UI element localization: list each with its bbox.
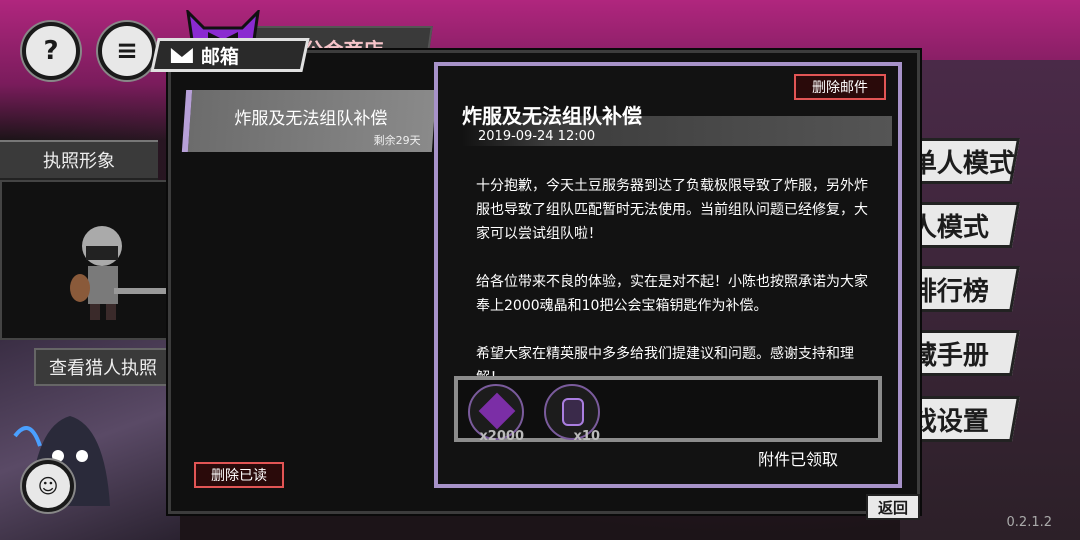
support-button[interactable]: ? xyxy=(22,22,80,80)
mail-remaining-days: 剩余29天 xyxy=(373,134,421,147)
guild-chest-key-icon xyxy=(562,398,584,426)
soul-crystal-icon xyxy=(478,392,516,430)
envelope-icon xyxy=(171,47,193,63)
friends-button[interactable]: ☺ xyxy=(22,460,74,512)
attachment-item[interactable]: x2000 xyxy=(468,384,524,444)
delete-mail-button[interactable]: 删除邮件 xyxy=(794,74,886,100)
attachment-qty: x2000 xyxy=(479,429,524,444)
mail-paragraph: 给各位带来不良的体验，实在是对不起！小陈也按照承诺为大家奉上2000魂晶和10把… xyxy=(476,274,868,314)
attachment-qty: x10 xyxy=(573,429,600,444)
mail-list-item[interactable]: 炸服及无法组队补偿 剩余29天 xyxy=(181,90,437,152)
back-button[interactable]: 返回 xyxy=(866,494,920,520)
mail-detail-panel: 删除邮件 炸服及无法组队补偿 2019-09-24 12:00 十分抱歉，今天土… xyxy=(434,62,902,488)
attachment-item[interactable]: x10 xyxy=(544,384,600,444)
friends-icon: ☺ xyxy=(37,474,59,498)
mail-detail-title: 炸服及无法组队补偿 xyxy=(462,104,642,128)
attachment-claimed-status: 附件已领取 xyxy=(757,450,838,469)
notice-button[interactable]: ≡ xyxy=(98,22,156,80)
headset-help-icon: ? xyxy=(43,36,59,66)
document-icon: ≡ xyxy=(116,36,138,66)
license-image-label: 执照形象 xyxy=(0,140,158,180)
mail-subject: 炸服及无法组队补偿 xyxy=(234,109,388,129)
mail-paragraph: 十分抱歉，今天土豆服务器到达了负载极限导致了炸服，另外炸服也导致了组队匹配暂时无… xyxy=(476,178,868,242)
hunter-character-icon xyxy=(70,226,170,320)
mailbox-title: 邮箱 xyxy=(201,45,240,68)
mailbox-title-tab: 邮箱 xyxy=(150,38,310,72)
version-label: 0.2.1.2 xyxy=(1006,515,1052,530)
delete-read-button[interactable]: 删除已读 xyxy=(194,462,284,488)
attachment-box: x2000 x10 xyxy=(454,376,882,444)
view-hunter-license-button[interactable]: 查看猎人执照 xyxy=(34,348,172,386)
mail-detail-date: 2019-09-24 12:00 xyxy=(478,129,596,144)
